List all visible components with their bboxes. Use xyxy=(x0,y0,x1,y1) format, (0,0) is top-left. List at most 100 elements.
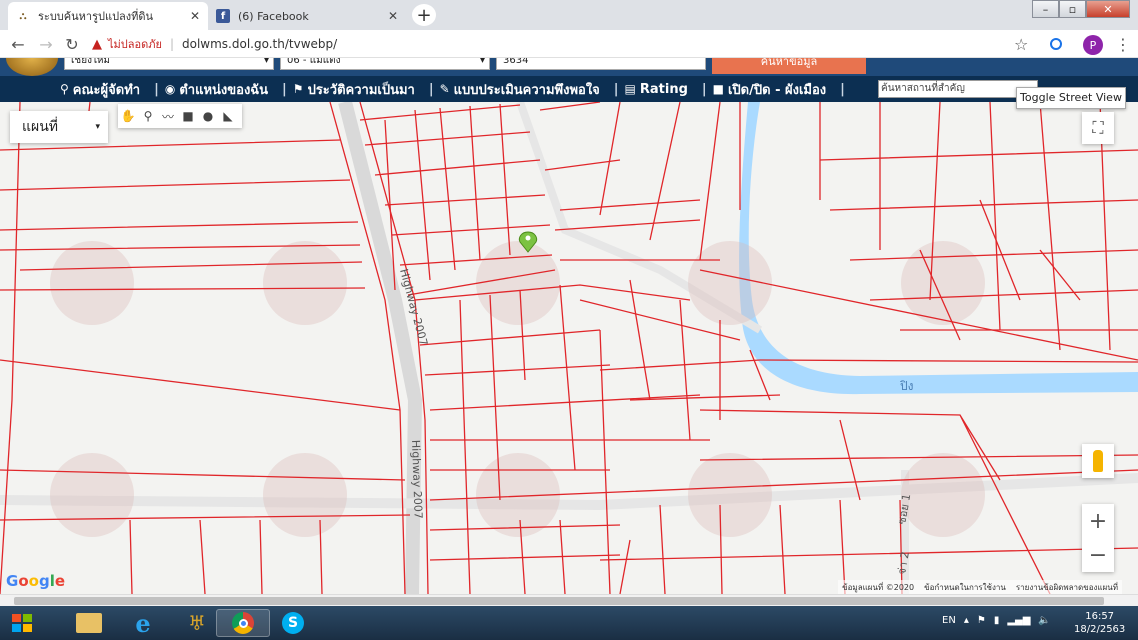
menu-label: แบบประเมินความพึงพอใจ xyxy=(453,82,600,98)
map-type-select[interactable]: แผนที่ ▾ xyxy=(10,111,108,143)
divider: | xyxy=(169,37,174,51)
menu-item-rating[interactable]: ▤ Rating xyxy=(625,82,688,97)
menu-label: เปิด/ปิด - ผังเมือง xyxy=(727,82,827,98)
district-select[interactable]: 06 - แม่แตง ▾ xyxy=(280,58,490,70)
divider: | xyxy=(613,81,619,97)
zoom-control: + − xyxy=(1082,504,1114,572)
terms-link[interactable]: ข้อกำหนดในการใช้งาน xyxy=(924,581,1006,594)
river-label: ปิง xyxy=(899,379,913,393)
menu-label: ประวัติความเป็นมา xyxy=(307,82,415,98)
browser-toolbar: ← → ↻ ▲ ไม่ปลอดภัย | dolwms.dol.go.th/tv… xyxy=(0,30,1138,58)
bookmark-star-icon[interactable]: ☆ xyxy=(1014,35,1028,54)
menu-item-survey[interactable]: ✎ แบบประเมินความพึงพอใจ xyxy=(440,79,600,100)
clock[interactable]: 16:57 18/2/2563 xyxy=(1074,610,1125,636)
close-icon[interactable]: ✕ xyxy=(388,9,398,23)
window-close-button[interactable]: ✕ xyxy=(1086,0,1130,18)
district-value: 06 - แม่แตง xyxy=(287,58,341,66)
browser-menu-icon[interactable]: ⋮ xyxy=(1115,35,1131,54)
tab-land-search[interactable]: ⛬ ระบบค้นหารูปแปลงที่ดิน ✕ xyxy=(8,2,208,30)
polygon-icon[interactable]: ◣ xyxy=(218,109,238,123)
circle-icon[interactable]: ● xyxy=(198,109,218,123)
menu-item-my-location[interactable]: ◉ ตำแหน่งของฉัน xyxy=(165,79,268,100)
close-icon[interactable]: ✕ xyxy=(190,9,200,23)
soi-label: จ่า 2 xyxy=(895,550,912,575)
warning-triangle-icon: ▲ xyxy=(92,36,102,52)
history-icon: ⚑ xyxy=(292,82,304,96)
window-controls: – ▫ ✕ xyxy=(1032,0,1130,18)
menu-item-city-plan-toggle[interactable]: ■ เปิด/ปิด - ผังเมือง xyxy=(713,79,827,100)
facebook-favicon-icon: f xyxy=(216,9,230,23)
language-indicator[interactable]: EN xyxy=(942,615,956,626)
address-bar[interactable]: ▲ ไม่ปลอดภัย | dolwms.dol.go.th/tvwebp/ xyxy=(92,33,1042,55)
place-search-input[interactable]: ค้นหาสถานที่สำคัญ xyxy=(878,80,1038,98)
search-data-button[interactable]: ค้นหาข้อมูล xyxy=(712,58,866,74)
survey-icon: ✎ xyxy=(439,82,450,96)
menu-item-team[interactable]: ⚲ คณะผู้จัดทำ xyxy=(60,79,140,100)
menu-item-history[interactable]: ⚑ ประวัติความเป็นมา xyxy=(293,79,415,100)
profile-avatar[interactable]: P xyxy=(1083,35,1103,55)
divider: | xyxy=(282,81,287,97)
maximize-button[interactable]: ▫ xyxy=(1059,0,1086,18)
start-button[interactable] xyxy=(2,608,42,638)
parcel-number-value: 3634 xyxy=(503,58,529,66)
windows-taskbar: e ♅ S EN ▴ ⚑ ▮ ▂▄▆ 🔈 16:57 18/2/2563 xyxy=(0,606,1138,640)
zoom-out-button[interactable]: − xyxy=(1082,538,1114,572)
divider: | xyxy=(701,81,707,97)
security-label[interactable]: ไม่ปลอดภัย xyxy=(108,35,162,53)
chevron-up-icon[interactable]: ▴ xyxy=(964,615,969,626)
flag-icon[interactable]: ⚑ xyxy=(977,615,986,626)
tab-label: ระบบค้นหารูปแปลงที่ดิน xyxy=(38,10,154,23)
parcel-number-input[interactable]: 3634 xyxy=(496,58,706,70)
system-tray: EN ▴ ⚑ ▮ ▂▄▆ 🔈 xyxy=(942,615,1051,626)
province-value: เชียงใหม่ xyxy=(71,58,111,66)
tab-label: (6) Facebook xyxy=(238,9,309,23)
back-arrow-icon[interactable]: ← xyxy=(8,34,28,54)
checkbox-icon[interactable]: ■ xyxy=(713,82,724,96)
forward-arrow-icon[interactable]: → xyxy=(36,34,56,54)
marker-icon[interactable]: ⚲ xyxy=(138,109,158,123)
map-type-value: แผนที่ xyxy=(22,119,59,135)
chrome-icon[interactable] xyxy=(216,609,270,637)
location-icon: ◉ xyxy=(164,82,176,96)
menu-label: ตำแหน่งของฉัน xyxy=(179,82,269,98)
map-canvas[interactable]: Highway 2007 Highway 2007 ปิง ซอย 1 จ่า … xyxy=(0,102,1138,594)
pegman-icon[interactable] xyxy=(1082,444,1114,478)
tab-facebook[interactable]: f (6) Facebook ✕ xyxy=(208,2,406,30)
polyline-icon[interactable]: 〰 xyxy=(158,108,178,125)
time-text: 16:57 xyxy=(1085,611,1115,622)
toggle-street-view-button[interactable]: Toggle Street View xyxy=(1016,87,1126,109)
date-text: 18/2/2563 xyxy=(1074,624,1126,635)
windows-logo-icon xyxy=(12,614,32,632)
minimize-button[interactable]: – xyxy=(1032,0,1059,18)
extension-icon[interactable] xyxy=(1050,38,1062,50)
google-logo: Google xyxy=(6,572,66,590)
horizontal-scrollbar[interactable] xyxy=(0,594,1138,606)
rating-icon: ▤ xyxy=(624,82,636,96)
map-attribution: ข้อมูลแผนที่ ©2020 ข้อกำหนดในการใช้งาน ร… xyxy=(838,580,1122,595)
skype-icon[interactable]: S xyxy=(266,609,320,637)
internet-explorer-icon[interactable]: e xyxy=(116,609,170,638)
rectangle-icon[interactable]: ■ xyxy=(178,109,198,123)
fullscreen-icon[interactable]: ⛶ xyxy=(1082,112,1114,144)
divider: | xyxy=(154,81,159,97)
hand-pan-icon[interactable]: ✋ xyxy=(118,109,138,123)
volume-icon[interactable]: 🔈 xyxy=(1038,615,1050,626)
menu-label: คณะผู้จัดทำ xyxy=(72,82,141,98)
menu-label: Rating xyxy=(639,81,688,97)
divider: | xyxy=(428,81,434,97)
browser-tab-bar: ⛬ ระบบค้นหารูปแปลงที่ดิน ✕ f (6) Faceboo… xyxy=(0,0,1138,30)
chevron-down-icon: ▾ xyxy=(95,122,100,132)
file-explorer-icon[interactable] xyxy=(62,609,116,637)
report-error-link[interactable]: รายงานข้อผิดพลาดของแผนที่ xyxy=(1016,581,1118,594)
reload-icon[interactable]: ↻ xyxy=(62,34,82,54)
scrollbar-thumb[interactable] xyxy=(14,597,1104,605)
url-text[interactable]: dolwms.dol.go.th/tvwebp/ xyxy=(182,37,337,51)
network-icon[interactable]: ▂▄▆ xyxy=(1007,615,1030,626)
drawing-toolbar: ✋ ⚲ 〰 ■ ● ◣ xyxy=(118,104,242,128)
battery-icon[interactable]: ▮ xyxy=(994,615,1000,626)
parcel-map: Highway 2007 Highway 2007 ปิง ซอย 1 จ่า … xyxy=(0,102,1138,594)
map-data-credit: ข้อมูลแผนที่ ©2020 xyxy=(842,583,915,592)
zoom-in-button[interactable]: + xyxy=(1082,504,1114,538)
new-tab-button[interactable]: + xyxy=(412,4,436,26)
province-select[interactable]: เชียงใหม่ ▾ xyxy=(64,58,274,70)
